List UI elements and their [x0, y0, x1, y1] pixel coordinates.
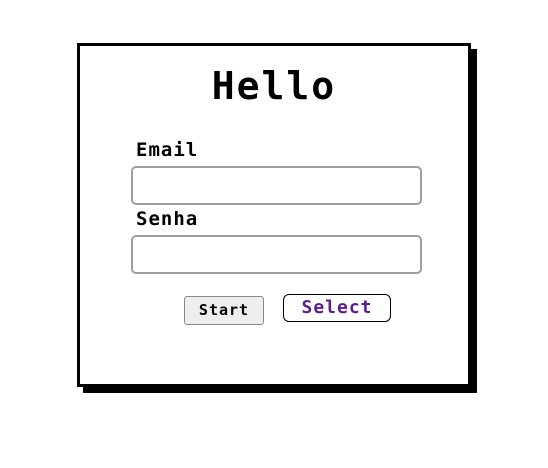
email-field[interactable] [131, 166, 422, 205]
password-field[interactable] [131, 235, 422, 274]
page-title: Hello [211, 64, 337, 108]
email-label: Email [136, 139, 199, 161]
password-label: Senha [136, 208, 199, 230]
login-card: Hello Email Senha Start Select [77, 43, 471, 387]
select-button[interactable]: Select [283, 294, 391, 322]
start-button[interactable]: Start [184, 296, 264, 325]
